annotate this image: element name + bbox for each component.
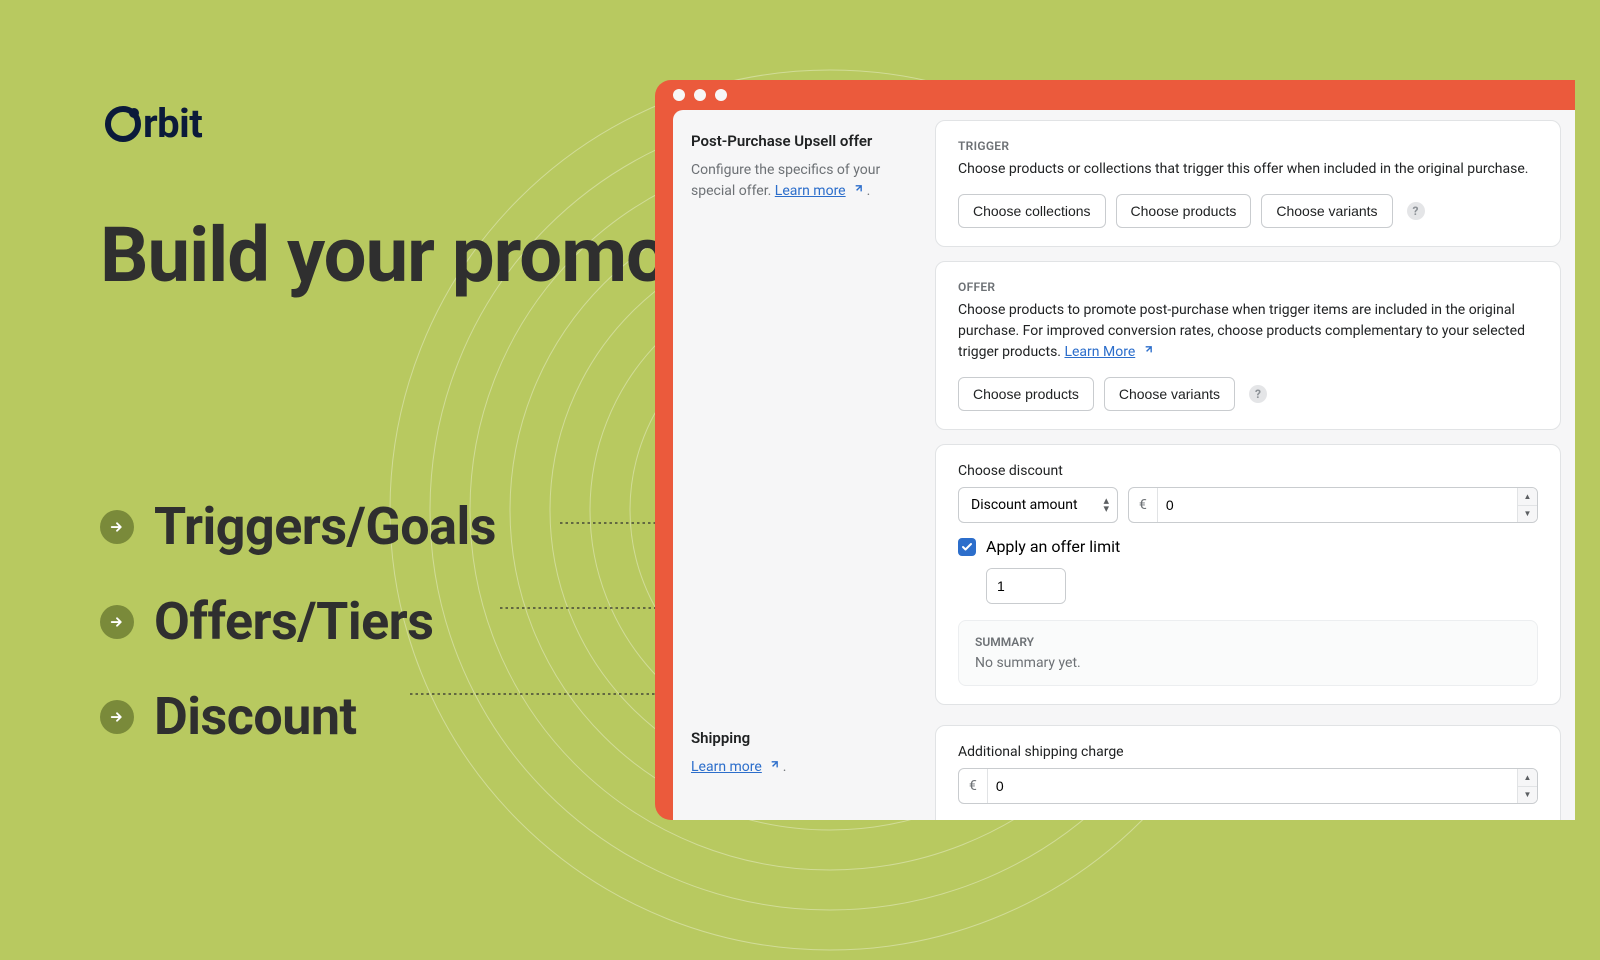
offer-limit-label: Apply an offer limit (986, 537, 1120, 556)
close-dot-icon[interactable] (673, 89, 685, 101)
feature-offers: Offers/Tiers (100, 591, 496, 652)
choose-collections-button[interactable]: Choose collections (958, 194, 1106, 228)
learn-more-link[interactable]: Learn more (775, 183, 846, 199)
shipping-charge-input[interactable]: € ▲ ▼ (958, 768, 1538, 804)
arrow-right-icon (100, 510, 134, 544)
card-desc: Choose products or collections that trig… (958, 159, 1538, 180)
trigger-card: TRIGGER Choose products or collections t… (935, 120, 1561, 247)
feature-label: Triggers/Goals (154, 496, 496, 557)
titlebar (655, 80, 1575, 110)
maximize-dot-icon[interactable] (715, 89, 727, 101)
feature-label: Offers/Tiers (154, 591, 433, 652)
limit-field[interactable] (987, 569, 1066, 603)
stepper-up[interactable]: ▲ (1518, 769, 1537, 787)
currency-prefix: € (1129, 488, 1158, 522)
choose-variants-button[interactable]: Choose variants (1261, 194, 1392, 228)
discount-type-select[interactable]: Discount amount ▴▾ (958, 487, 1118, 523)
stepper-down[interactable]: ▼ (1518, 787, 1537, 804)
panel-title: Post-Purchase Upsell offer (691, 132, 917, 150)
external-link-icon (768, 757, 779, 768)
arrow-right-icon (100, 700, 134, 734)
help-icon[interactable]: ? (1249, 385, 1267, 403)
feature-label: Discount (154, 686, 357, 747)
offer-card: OFFER Choose products to promote post-pu… (935, 261, 1561, 430)
right-column: TRIGGER Choose products or collections t… (935, 110, 1575, 705)
feature-discount: Discount (100, 686, 496, 747)
brand-text: rbit (143, 100, 202, 147)
chevron-updown-icon: ▴▾ (1103, 497, 1109, 512)
feature-list: Triggers/Goals Offers/Tiers Discount (100, 496, 496, 781)
card-desc: Choose products to promote post-purchase… (958, 300, 1538, 363)
summary-text: No summary yet. (975, 655, 1521, 671)
help-icon[interactable]: ? (1407, 202, 1425, 220)
offer-limit-input[interactable]: ▲ ▼ (986, 568, 1066, 604)
summary-box: SUMMARY No summary yet. (958, 620, 1538, 686)
minimize-dot-icon[interactable] (694, 89, 706, 101)
offer-limit-checkbox[interactable] (958, 538, 976, 556)
stepper-down[interactable]: ▼ (1518, 506, 1537, 523)
external-link-icon (1142, 342, 1153, 353)
app-body: Post-Purchase Upsell offer Configure the… (673, 110, 1575, 820)
orbit-o-icon (105, 106, 141, 142)
shipping-section: Shipping Learn more . Additional shippin… (673, 715, 1575, 820)
stepper-up[interactable]: ▲ (1518, 488, 1537, 506)
choose-products-button[interactable]: Choose products (1116, 194, 1252, 228)
shipping-card: Additional shipping charge € ▲ ▼ (935, 725, 1561, 820)
brand-logo: rbit (105, 100, 202, 147)
panel-desc: Configure the specifics of your special … (691, 160, 917, 202)
learn-more-link[interactable]: Learn More (1064, 344, 1135, 360)
choose-products-button[interactable]: Choose products (958, 377, 1094, 411)
left-column: Post-Purchase Upsell offer Configure the… (673, 110, 935, 705)
choose-variants-button[interactable]: Choose variants (1104, 377, 1235, 411)
summary-title: SUMMARY (975, 635, 1521, 649)
learn-more-link[interactable]: Learn more (691, 759, 762, 775)
shipping-field[interactable] (988, 769, 1517, 803)
arrow-right-icon (100, 605, 134, 639)
field-label: Additional shipping charge (958, 744, 1538, 760)
card-label: TRIGGER (958, 139, 1538, 153)
currency-prefix: € (959, 769, 988, 803)
field-label: Choose discount (958, 463, 1538, 479)
discount-amount-input[interactable]: € ▲ ▼ (1128, 487, 1538, 523)
feature-triggers: Triggers/Goals (100, 496, 496, 557)
external-link-icon (852, 181, 863, 192)
amount-field[interactable] (1158, 488, 1517, 522)
discount-card: Choose discount Discount amount ▴▾ € ▲ (935, 444, 1561, 705)
app-window: Post-Purchase Upsell offer Configure the… (655, 80, 1575, 820)
card-label: OFFER (958, 280, 1538, 294)
shipping-title: Shipping (691, 729, 917, 747)
